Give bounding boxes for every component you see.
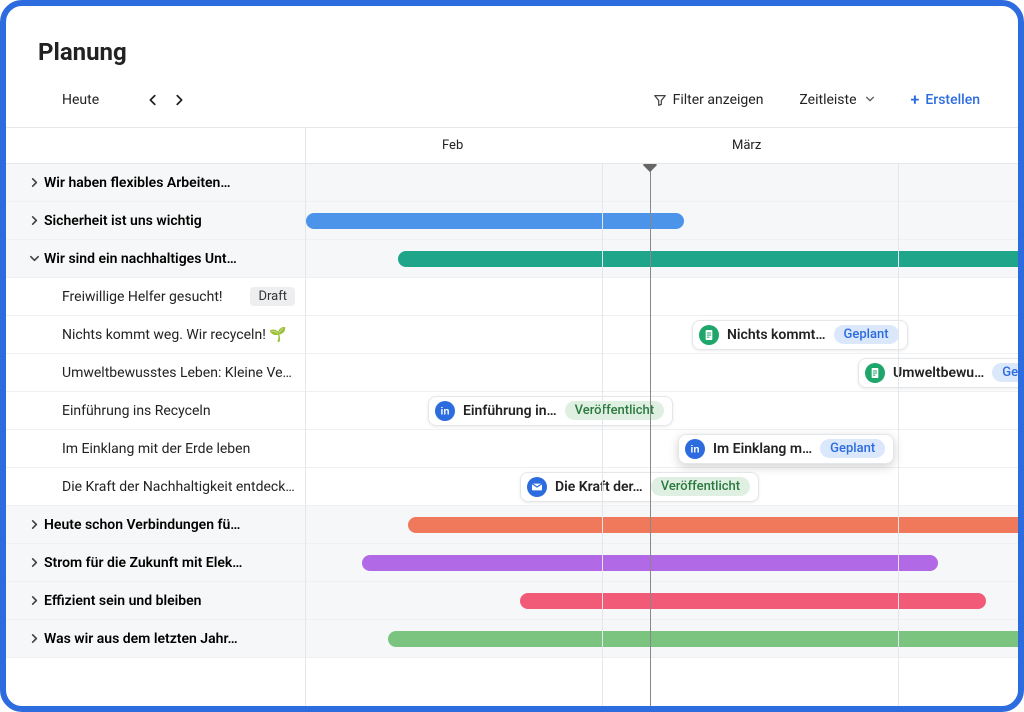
group-row[interactable]: Sicherheit ist uns wichtig: [6, 202, 305, 240]
row-label: Die Kraft der Nachhaltigkeit entdeck…: [62, 479, 305, 495]
timeline-row[interactable]: inEinführung in…Veröffentlicht: [306, 392, 1018, 430]
timeline-row[interactable]: [306, 544, 1018, 582]
chevron-right-icon[interactable]: [24, 595, 44, 606]
row-label: Im Einklang mit der Erde leben: [62, 441, 305, 457]
date-nav: [143, 90, 189, 110]
page-title: Planung: [38, 38, 986, 66]
month-label: März: [732, 138, 761, 153]
chevron-down-icon[interactable]: [24, 253, 44, 264]
timeline-row[interactable]: Die Kraft der… Veröffentlicht: [306, 468, 1018, 506]
chevron-right-icon[interactable]: [24, 557, 44, 568]
row-label: Was wir aus dem letzten Jahr…: [44, 631, 305, 647]
doc-green-icon: [699, 325, 719, 345]
svg-text:in: in: [691, 444, 700, 455]
timeline-row[interactable]: [306, 506, 1018, 544]
group-row[interactable]: Was wir aus dem letzten Jahr…: [6, 620, 305, 658]
card-title: Einführung in…: [463, 403, 557, 419]
card-title: Die Kraft der…: [555, 479, 643, 495]
today-line: [650, 128, 651, 706]
row-label: Einführung ins Recyceln: [62, 403, 305, 419]
today-button[interactable]: Heute: [62, 92, 99, 108]
timeline-bar[interactable]: [398, 251, 1018, 267]
timeline-bar[interactable]: [388, 631, 1018, 647]
timeline-row[interactable]: in Im Einklang m… Geplant: [306, 430, 1018, 468]
timeline-row[interactable]: [306, 240, 1018, 278]
doc-green-icon: [865, 363, 885, 383]
item-row[interactable]: Nichts kommt weg. Wir recyceln! 🌱: [6, 316, 305, 354]
timeline-row[interactable]: [306, 164, 1018, 202]
row-label: Umweltbewusstes Leben: Kleine Ve…: [62, 365, 305, 381]
content-card[interactable]: in Im Einklang m… Geplant: [678, 434, 894, 464]
timeline-row[interactable]: Nichts kommt… Geplant: [306, 316, 1018, 354]
next-period-button[interactable]: [169, 90, 189, 110]
left-header: [6, 128, 305, 164]
row-label: Nichts kommt weg. Wir recyceln! 🌱: [62, 327, 305, 343]
chevron-right-icon[interactable]: [24, 177, 44, 188]
month-separator: [898, 128, 899, 706]
row-label: Wir haben flexibles Arbeiten…: [44, 175, 305, 191]
row-label: Strom für die Zukunft mit Elek…: [44, 555, 305, 571]
item-row[interactable]: Einführung ins Recyceln: [6, 392, 305, 430]
group-row[interactable]: Strom für die Zukunft mit Elek…: [6, 544, 305, 582]
left-column: Wir haben flexibles Arbeiten… Sicherheit …: [6, 128, 306, 706]
row-label: Effizient sein und bleiben: [44, 593, 305, 609]
status-badge: Geplant: [834, 325, 899, 344]
funnel-icon: [653, 93, 667, 107]
status-badge: Geplant: [820, 439, 885, 458]
content-card[interactable]: Umweltbewu… Ge: [858, 358, 1018, 388]
timeline-row[interactable]: [306, 202, 1018, 240]
row-label: Wir sind ein nachhaltiges Unt…: [44, 251, 305, 267]
view-mode-select[interactable]: Zeitleiste: [793, 88, 880, 112]
content-card[interactable]: Nichts kommt… Geplant: [692, 320, 908, 350]
timeline-bar[interactable]: [306, 213, 684, 229]
status-badge: Veröffentlicht: [651, 477, 750, 496]
card-title: Umweltbewu…: [893, 365, 984, 381]
card-title: Nichts kommt…: [727, 327, 826, 343]
timeline-row[interactable]: [306, 582, 1018, 620]
app-window: Planung Heute Filter anzeigen Zeitleiste: [0, 0, 1024, 712]
group-row[interactable]: Wir sind ein nachhaltiges Unt…: [6, 240, 305, 278]
group-row[interactable]: Heute schon Verbindungen fü…: [6, 506, 305, 544]
timeline-bar[interactable]: [408, 517, 1018, 533]
row-label: Freiwillige Helfer gesucht!: [62, 289, 250, 305]
month-label: Feb: [442, 138, 463, 153]
right-column[interactable]: Feb März Nichts kommt… Geplant Umweltbewu… G…: [306, 128, 1018, 706]
content-card[interactable]: inEinführung in…Veröffentlicht: [428, 396, 673, 426]
timeline-row[interactable]: [306, 620, 1018, 658]
chevron-down-icon: [865, 93, 875, 107]
item-row[interactable]: Umweltbewusstes Leben: Kleine Ve…: [6, 354, 305, 392]
row-label: Sicherheit ist uns wichtig: [44, 213, 305, 229]
chevron-right-icon[interactable]: [24, 633, 44, 644]
create-button[interactable]: + Erstellen: [905, 86, 986, 113]
linkedin-icon: in: [435, 401, 455, 421]
mail-icon: [527, 477, 547, 497]
timeline-bar[interactable]: [520, 593, 986, 609]
prev-period-button[interactable]: [143, 90, 163, 110]
row-label: Heute schon Verbindungen fü…: [44, 517, 305, 533]
chevron-right-icon[interactable]: [24, 215, 44, 226]
timeline-row[interactable]: Umweltbewu… Ge: [306, 354, 1018, 392]
timeline-grid: Wir haben flexibles Arbeiten… Sicherheit …: [6, 127, 1018, 706]
linkedin-icon: in: [685, 439, 705, 459]
timeline-row[interactable]: [306, 278, 1018, 316]
draft-badge: Draft: [250, 287, 295, 306]
timeline-header: Feb März: [306, 128, 1018, 164]
item-row[interactable]: Im Einklang mit der Erde leben: [6, 430, 305, 468]
row-list: Wir haben flexibles Arbeiten… Sicherheit …: [6, 164, 305, 658]
month-separator: [602, 128, 603, 706]
item-row[interactable]: Freiwillige Helfer gesucht!Draft: [6, 278, 305, 316]
toolbar: Heute Filter anzeigen Zeitleiste + Erste…: [6, 74, 1018, 127]
card-title: Im Einklang m…: [713, 441, 812, 457]
status-badge: Ge: [992, 363, 1018, 382]
group-row[interactable]: Wir haben flexibles Arbeiten…: [6, 164, 305, 202]
item-row[interactable]: Die Kraft der Nachhaltigkeit entdeck…: [6, 468, 305, 506]
filter-toggle[interactable]: Filter anzeigen: [647, 88, 770, 112]
svg-text:in: in: [441, 406, 450, 417]
content-card[interactable]: Die Kraft der… Veröffentlicht: [520, 472, 759, 502]
chevron-right-icon[interactable]: [24, 519, 44, 530]
plus-icon: +: [911, 90, 920, 109]
titlebar: Planung: [6, 6, 1018, 74]
group-row[interactable]: Effizient sein und bleiben: [6, 582, 305, 620]
